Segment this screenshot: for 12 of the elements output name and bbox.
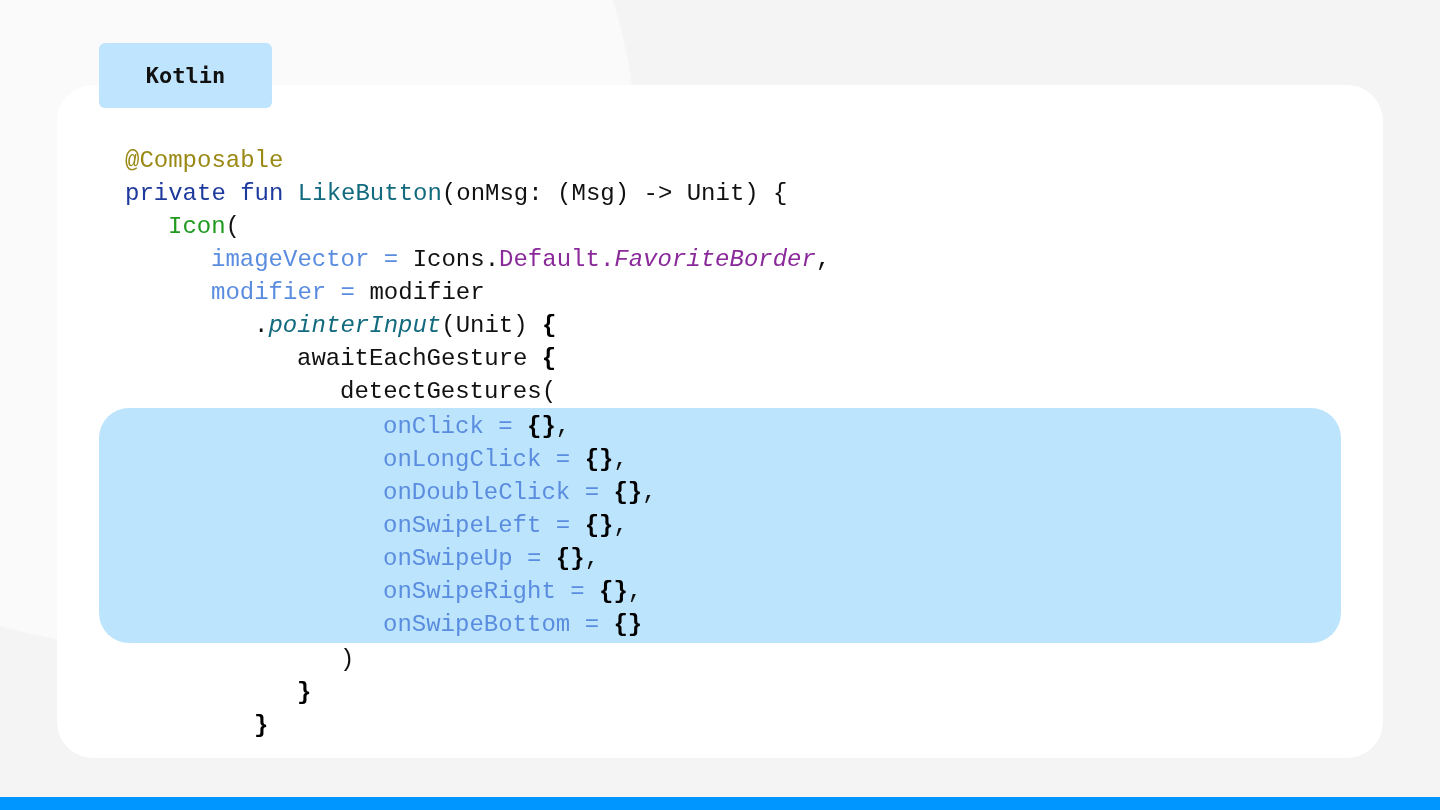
code-line: modifier = modifier	[210, 278, 486, 308]
code-line: )	[339, 645, 356, 675]
code-line: }	[296, 678, 313, 708]
code-line: Icon(	[167, 212, 241, 242]
code-line: }	[253, 711, 270, 741]
code-line: onClick = {},	[99, 408, 1341, 443]
code-line: awaitEachGesture {	[296, 344, 558, 374]
code-line: imageVector = Icons.Default.FavoriteBorder,	[210, 245, 832, 275]
code-line: @Composable	[124, 146, 285, 176]
code-line: detectGestures(	[339, 377, 558, 407]
code-line: private fun LikeButton(onMsg: (Msg) -> Unit) {	[124, 179, 789, 209]
code-line: .pointerInput(Unit) {	[253, 311, 558, 341]
